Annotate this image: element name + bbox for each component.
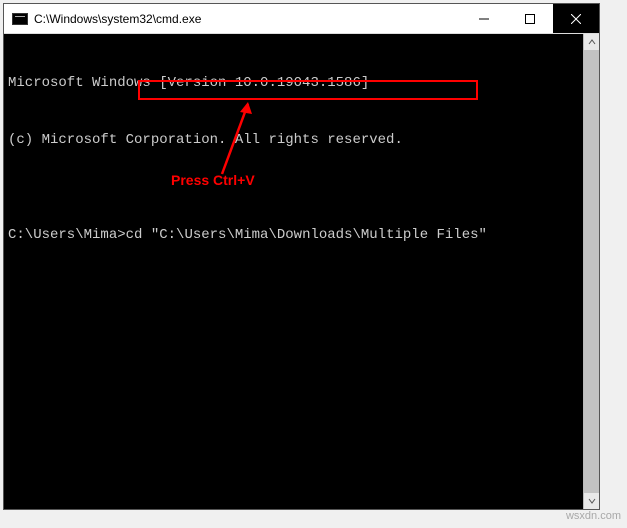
window-controls <box>461 4 599 33</box>
minimize-button[interactable] <box>461 4 507 33</box>
maximize-icon <box>525 14 535 24</box>
vertical-scrollbar[interactable] <box>583 34 599 509</box>
terminal-line: (c) Microsoft Corporation. All rights re… <box>8 131 595 150</box>
cmd-window: C:\Windows\system32\cmd.exe Microsoft Wi… <box>3 3 600 510</box>
scroll-down-button[interactable] <box>584 493 599 509</box>
cmd-app-icon <box>12 13 28 25</box>
titlebar: C:\Windows\system32\cmd.exe <box>4 4 599 34</box>
command-arg: "C:\Users\Mima\Downloads\Multiple Files" <box>151 227 487 243</box>
scrollbar-thumb[interactable] <box>584 50 599 493</box>
terminal-prompt-line: C:\Users\Mima>cd "C:\Users\Mima\Download… <box>8 226 595 245</box>
prompt: C:\Users\Mima> <box>8 227 126 243</box>
maximize-button[interactable] <box>507 4 553 33</box>
close-icon <box>571 14 581 24</box>
scroll-up-button[interactable] <box>584 34 599 50</box>
close-button[interactable] <box>553 4 599 33</box>
chevron-up-icon <box>588 38 596 46</box>
minimize-icon <box>479 14 489 24</box>
terminal-line: Microsoft Windows [Version 10.0.19043.15… <box>8 74 595 93</box>
window-title: C:\Windows\system32\cmd.exe <box>34 12 461 26</box>
watermark: wsxdn.com <box>566 510 621 522</box>
chevron-down-icon <box>588 497 596 505</box>
command: cd <box>126 227 143 243</box>
terminal-body[interactable]: Microsoft Windows [Version 10.0.19043.15… <box>4 34 599 509</box>
